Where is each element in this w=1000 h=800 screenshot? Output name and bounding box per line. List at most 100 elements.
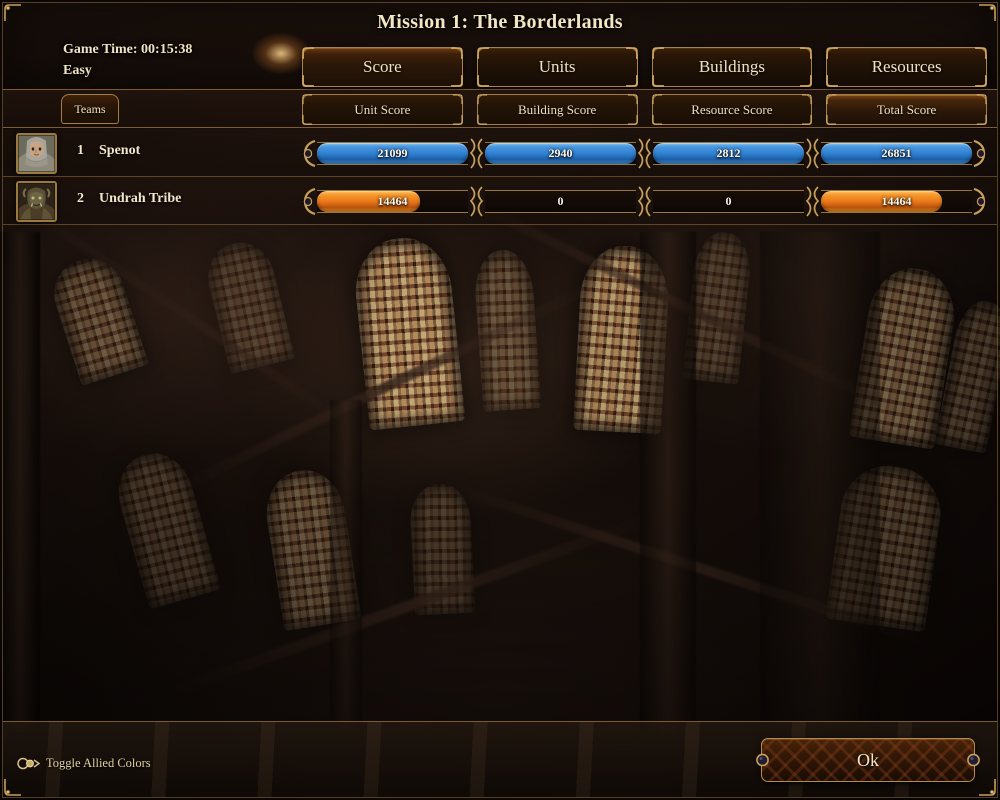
- bar-divider-ornament: [469, 185, 484, 217]
- tab-corner-ornament: [826, 75, 839, 87]
- score-cell-total: 26851: [821, 141, 972, 165]
- ok-button-label: Ok: [857, 749, 879, 770]
- score-cell-resource: 2812: [653, 141, 804, 165]
- subtab-corner-ornament: [826, 114, 837, 125]
- ok-button[interactable]: Ok: [756, 738, 980, 782]
- subtab-corner-ornament: [452, 114, 463, 125]
- score-value: 14464: [881, 193, 912, 208]
- main-tab-bar: Score Units Buildings Resources: [302, 47, 987, 87]
- frame-corner-ornament-tl: [4, 4, 21, 21]
- subtab-corner-ornament: [826, 94, 837, 105]
- bar-endcap-left: [303, 139, 316, 167]
- game-time-label: Game Time: 00:15:38: [63, 42, 193, 57]
- tab-label: Buildings: [698, 57, 765, 76]
- score-cell-building: 0: [485, 189, 636, 213]
- score-bar-group: 14464 0 0 14464: [302, 185, 987, 217]
- score-value: 21099: [377, 145, 408, 160]
- subtab-corner-ornament: [627, 114, 638, 125]
- tab-corner-ornament: [975, 75, 987, 87]
- tab-corner-ornament: [477, 47, 489, 59]
- toggle-allied-colors-button[interactable]: Toggle Allied Colors: [17, 756, 151, 771]
- subtab-corner-ornament: [302, 94, 313, 105]
- player-name: Spenot: [99, 143, 141, 158]
- tab-label: Units: [538, 57, 576, 76]
- toggle-allied-colors-label: Toggle Allied Colors: [46, 756, 151, 770]
- score-cell-building: 2940: [485, 141, 636, 165]
- subtab-unit-score[interactable]: Unit Score: [302, 94, 463, 125]
- tab-corner-ornament: [625, 75, 638, 87]
- bar-endcap-left: [303, 187, 316, 215]
- toggle-switch-icon: [17, 757, 41, 770]
- subtab-resource-score[interactable]: Resource Score: [651, 94, 813, 125]
- score-value: 14464: [377, 193, 408, 208]
- bar-divider-ornament: [805, 185, 820, 217]
- teams-button[interactable]: Teams: [61, 94, 119, 124]
- subtab-building-score[interactable]: Building Score: [476, 94, 638, 125]
- footer-panel: Toggle Allied Colors Ok: [3, 721, 997, 797]
- tab-corner-ornament: [477, 75, 489, 87]
- tab-corner-ornament: [625, 47, 638, 59]
- subtab-label: Total Score: [876, 101, 937, 117]
- avatar[interactable]: [16, 133, 57, 174]
- tab-corner-ornament: [800, 75, 812, 87]
- bar-endcap-right: [973, 139, 986, 167]
- score-cell-resource: 0: [653, 189, 804, 213]
- score-value: 2940: [548, 145, 573, 160]
- tab-label: Resources: [871, 57, 942, 76]
- page-title: Mission 1: The Borderlands: [377, 11, 623, 33]
- subtab-corner-ornament: [477, 114, 487, 125]
- table-row[interactable]: 1 Spenot 21099 2940 2812 26851: [3, 129, 997, 177]
- score-cell-unit: 14464: [317, 189, 468, 213]
- avatar[interactable]: [16, 181, 57, 222]
- subtab-corner-ornament: [976, 114, 987, 125]
- subtab-label: Building Score: [517, 101, 597, 117]
- bar-endcap-right: [973, 187, 986, 215]
- tab-corner-ornament: [800, 47, 812, 59]
- score-value: 2812: [716, 145, 741, 160]
- player-rank: 1: [77, 143, 84, 158]
- tab-score[interactable]: Score: [302, 47, 463, 87]
- button-gem-right: [967, 753, 980, 767]
- tab-buildings[interactable]: Buildings: [651, 47, 813, 87]
- score-category-tab-bar: Unit Score Building Score Resource Score…: [302, 94, 987, 125]
- table-row[interactable]: 2 Undrah Tribe 14464 0 0 14464: [3, 177, 997, 225]
- score-cell-unit: 21099: [317, 141, 468, 165]
- score-value: 0: [725, 193, 732, 208]
- tab-corner-ornament: [302, 75, 314, 87]
- subtab-total-score[interactable]: Total Score: [826, 94, 987, 125]
- subtab-corner-ornament: [802, 94, 812, 105]
- subtab-corner-ornament: [627, 94, 638, 105]
- subheader-panel: Teams Unit Score Building Score Resource…: [3, 90, 997, 128]
- subtab-corner-ornament: [651, 94, 662, 105]
- difficulty-label: Easy: [63, 63, 92, 78]
- subtab-corner-ornament: [302, 114, 313, 125]
- tab-label: Score: [363, 57, 402, 76]
- frame-corner-ornament-br: [979, 779, 996, 796]
- subtab-corner-ornament: [976, 94, 987, 105]
- player-name: Undrah Tribe: [99, 191, 182, 206]
- bar-divider-ornament: [637, 137, 652, 169]
- tab-corner-ornament: [450, 75, 463, 87]
- tab-units[interactable]: Units: [476, 47, 638, 87]
- tab-corner-ornament: [302, 47, 314, 59]
- tab-corner-ornament: [450, 47, 463, 59]
- subtab-label: Resource Score: [691, 101, 773, 117]
- subtab-corner-ornament: [452, 94, 463, 105]
- frame-corner-ornament-tr: [979, 4, 996, 21]
- score-cell-total: 14464: [821, 189, 972, 213]
- button-gem-left: [756, 753, 769, 767]
- score-bar-group: 21099 2940 2812 26851: [302, 137, 987, 169]
- tab-corner-ornament: [975, 47, 987, 59]
- orc-warrior-portrait: [18, 183, 55, 220]
- tab-corner-ornament: [651, 47, 664, 59]
- bar-divider-ornament: [805, 137, 820, 169]
- header-panel: Mission 1: The Borderlands Game Time: 00…: [3, 3, 997, 90]
- subtab-corner-ornament: [477, 94, 487, 105]
- frame-corner-ornament-bl: [4, 779, 21, 796]
- tab-corner-ornament: [826, 47, 839, 59]
- teams-button-label: Teams: [74, 101, 106, 116]
- tab-resources[interactable]: Resources: [826, 47, 987, 87]
- subtab-corner-ornament: [802, 114, 812, 125]
- bar-divider-ornament: [637, 185, 652, 217]
- game-info-group: Game Time: 00:15:38 Easy: [63, 39, 192, 81]
